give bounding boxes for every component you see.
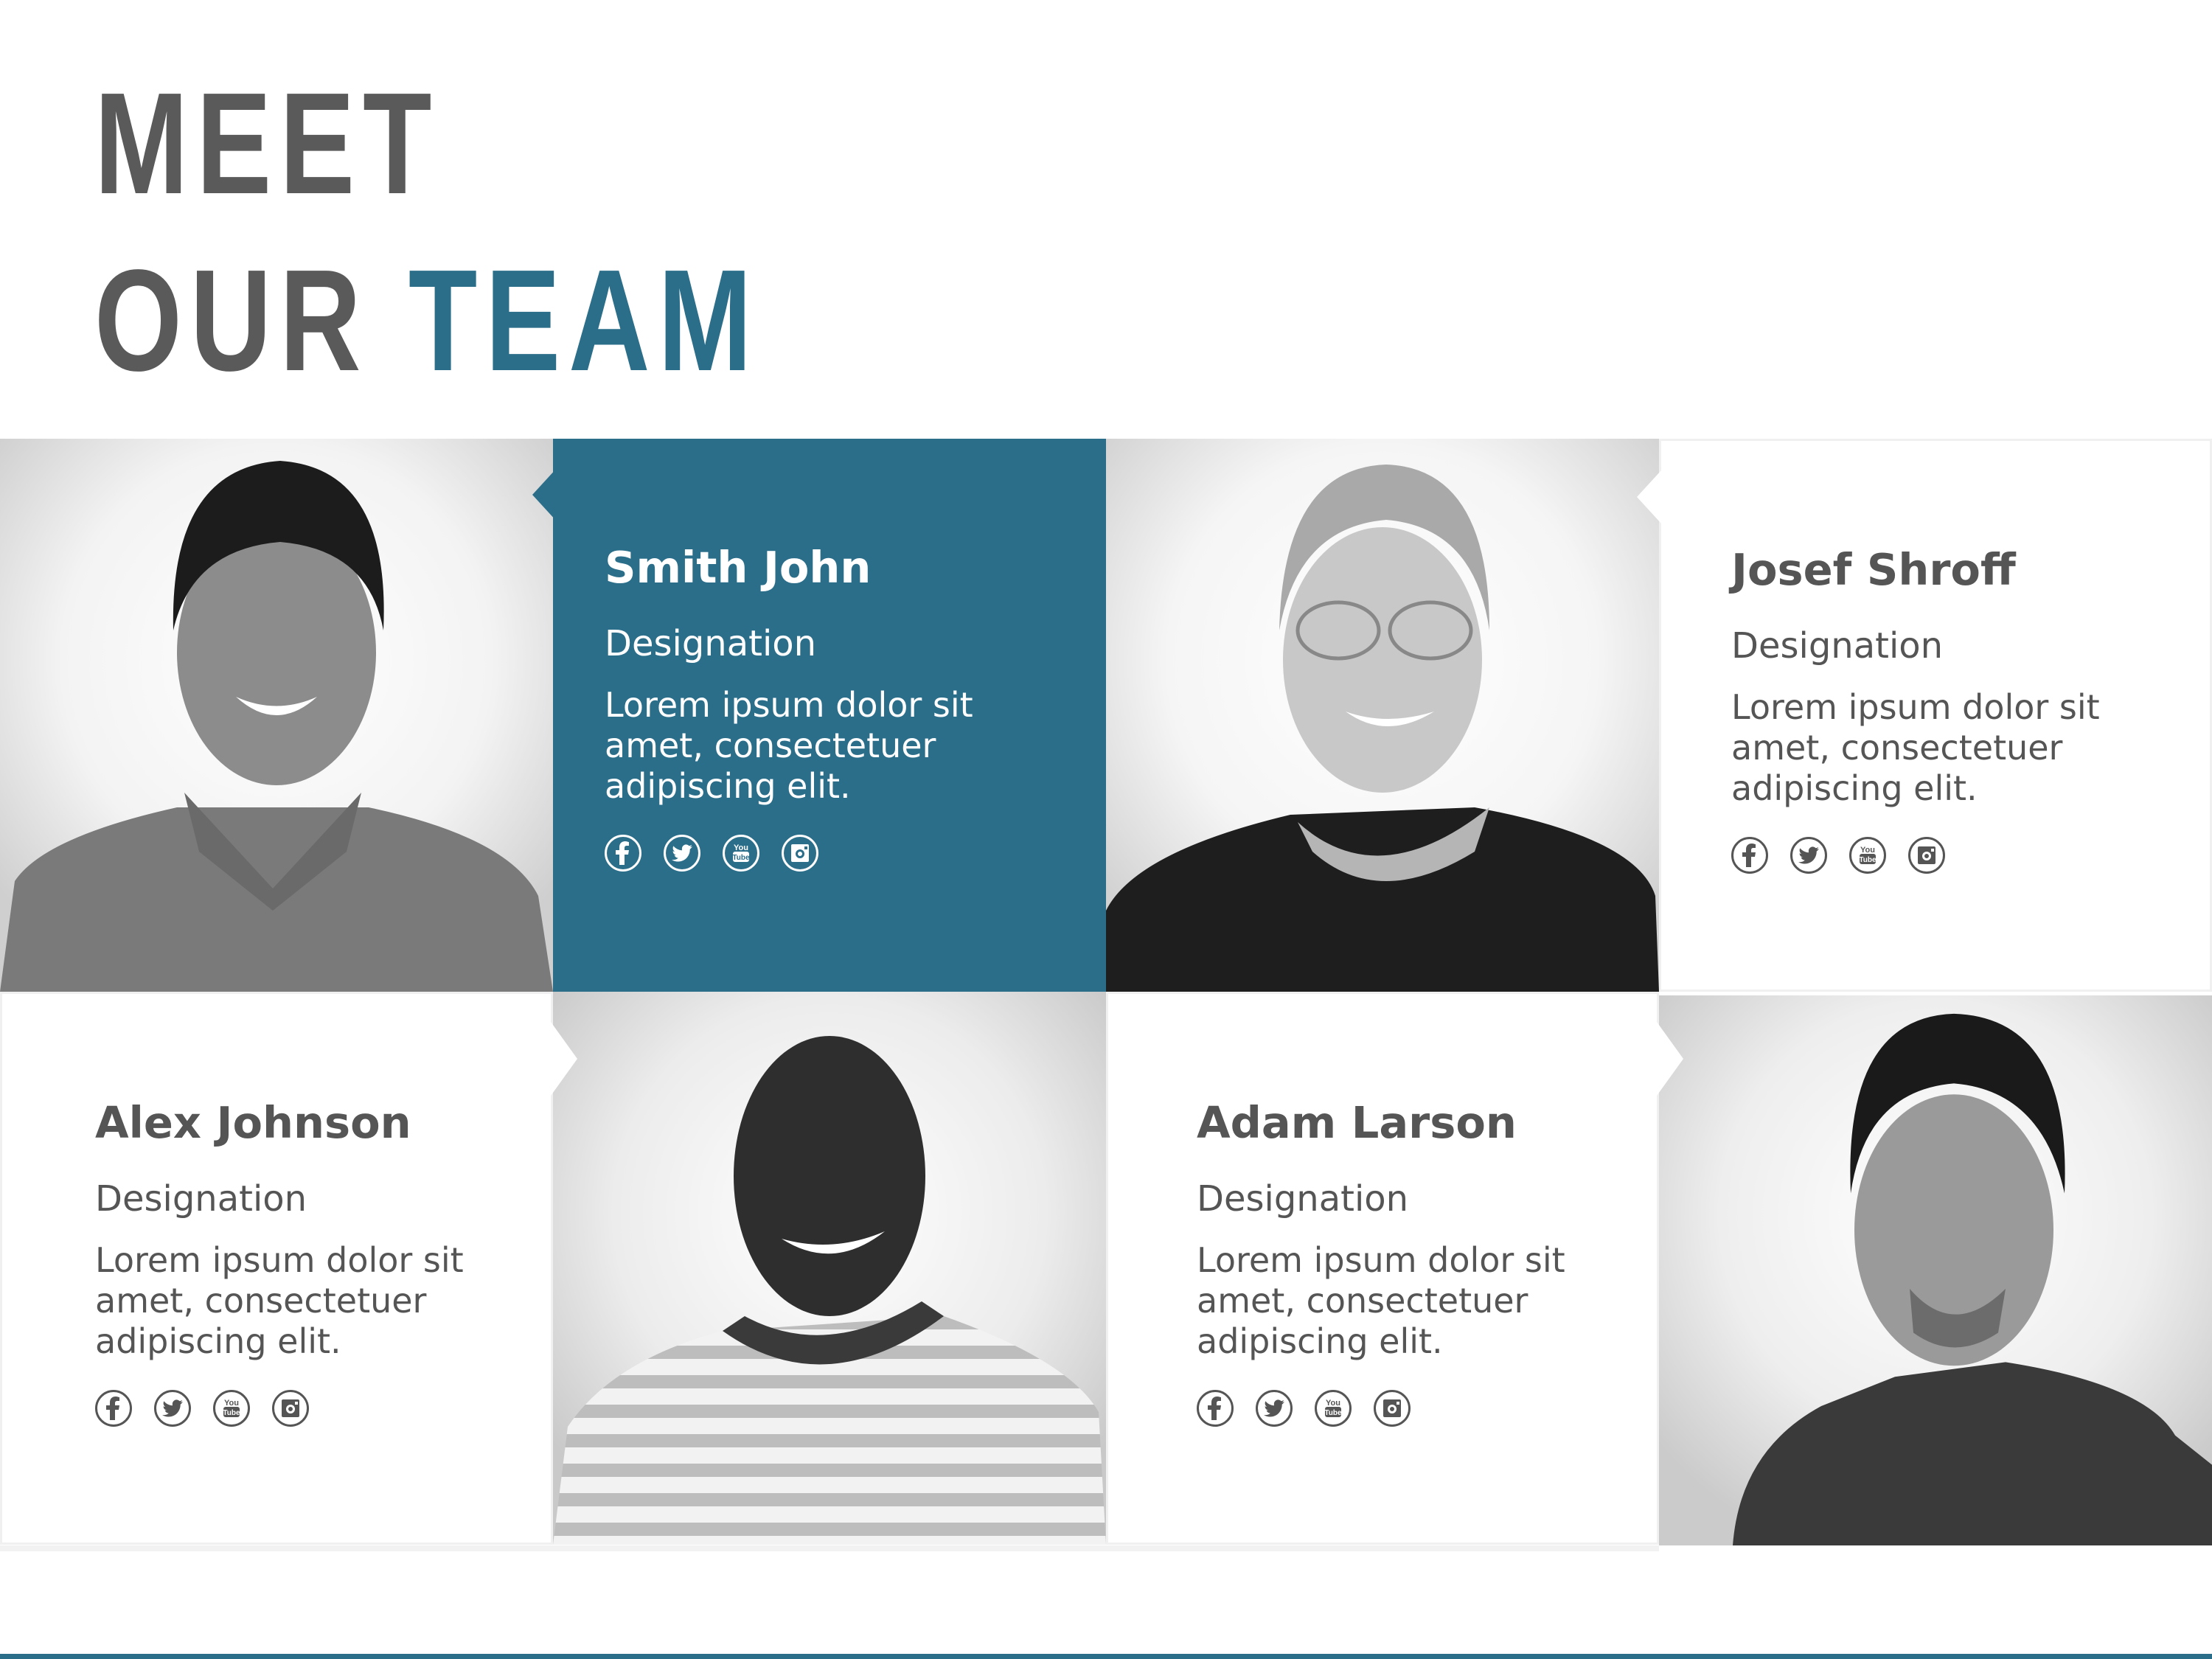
social-links: You Tube (95, 1390, 508, 1427)
svg-text:You: You (224, 1399, 239, 1408)
member-designation: Designation (1197, 1178, 1409, 1220)
instagram-icon (1918, 846, 1935, 864)
svg-text:Tube: Tube (223, 1409, 240, 1417)
title-meet: MEET (94, 72, 439, 216)
title-line2-accent: TEAM (408, 240, 760, 401)
member-designation: Designation (95, 1178, 307, 1220)
twitter-icon (1264, 1399, 1284, 1417)
svg-text:You: You (1326, 1399, 1340, 1408)
photo-josef-shroff (1106, 439, 1659, 992)
card-content: Alex Johnson Designation Lorem ipsum dol… (95, 1101, 508, 1427)
member-name: Smith John (605, 542, 872, 593)
youtube-link[interactable]: You Tube (1849, 837, 1886, 874)
social-links: You Tube (605, 835, 1018, 872)
facebook-link[interactable] (605, 835, 641, 872)
facebook-link[interactable] (95, 1390, 132, 1427)
member-name: Josef Shroff (1731, 544, 2016, 595)
youtube-link[interactable]: You Tube (723, 835, 759, 872)
instagram-link[interactable] (782, 835, 818, 872)
youtube-icon: YouTube (223, 1399, 240, 1417)
member-bio: Lorem ipsum dolor sit amet, consectetuer… (605, 685, 973, 806)
card-content: Smith John Designation Lorem ipsum dolor… (605, 546, 1018, 872)
card-pointer (551, 1022, 577, 1096)
member-bio: Lorem ipsum dolor sit amet, consectetuer… (1197, 1240, 1565, 1361)
instagram-link[interactable] (1374, 1390, 1411, 1427)
twitter-link[interactable] (664, 835, 700, 872)
twitter-link[interactable] (1256, 1390, 1293, 1427)
member-designation: Designation (1731, 625, 1944, 667)
member-name: Alex Johnson (95, 1097, 411, 1148)
svg-text:Tube: Tube (1324, 1409, 1342, 1417)
social-links: You Tube (1197, 1390, 1610, 1427)
team-card-josef-shroff: Josef Shroff Designation Lorem ipsum dol… (1637, 439, 2212, 992)
member-bio: Lorem ipsum dolor sit amet, consectetuer… (1731, 687, 2100, 808)
facebook-icon (106, 1397, 119, 1420)
title-line1-text: MEET (94, 63, 440, 224)
card-pointer (1657, 1022, 1683, 1096)
card-pointer (532, 468, 557, 521)
instagram-icon (791, 844, 809, 862)
twitter-icon (162, 1399, 183, 1417)
photo-smith-john (0, 439, 553, 992)
portrait-image (553, 992, 1106, 1545)
title-our-team: OUR TEAM (94, 248, 760, 393)
footer-accent-bar (0, 1654, 2212, 1659)
twitter-link[interactable] (1790, 837, 1827, 874)
portrait-image (1659, 995, 2212, 1545)
facebook-icon (1742, 844, 1756, 867)
facebook-link[interactable] (1731, 837, 1768, 874)
card-content: Josef Shroff Designation Lorem ipsum dol… (1731, 548, 2144, 874)
social-links: You Tube (1731, 837, 2144, 874)
youtube-icon: You Tube (732, 844, 750, 862)
instagram-icon (1383, 1399, 1401, 1417)
svg-text:You: You (1860, 846, 1875, 855)
twitter-link[interactable] (154, 1390, 191, 1427)
youtube-link[interactable]: You Tube (1315, 1390, 1352, 1427)
twitter-icon (672, 844, 692, 862)
member-name: Adam Larson (1197, 1097, 1517, 1148)
instagram-link[interactable] (272, 1390, 309, 1427)
facebook-link[interactable] (1197, 1390, 1234, 1427)
portrait-image (0, 439, 553, 992)
youtube-icon: YouTube (1859, 846, 1877, 864)
team-card-alex-johnson: Alex Johnson Designation Lorem ipsum dol… (0, 992, 577, 1545)
card-pointer (1637, 470, 1661, 524)
instagram-icon (282, 1399, 299, 1417)
twitter-icon (1798, 846, 1819, 864)
member-designation: Designation (605, 623, 817, 664)
grid-bottom-border (0, 1545, 1659, 1551)
title-line2-prefix: OUR (94, 240, 369, 401)
portrait-image (1106, 439, 1659, 992)
youtube-link[interactable]: You Tube (213, 1390, 250, 1427)
photo-adam-larson (1659, 995, 2212, 1545)
youtube-icon: YouTube (1324, 1399, 1342, 1417)
instagram-link[interactable] (1908, 837, 1945, 874)
svg-text:Tube: Tube (1859, 856, 1877, 864)
photo-alex-johnson (553, 992, 1106, 1545)
team-card-adam-larson: Adam Larson Designation Lorem ipsum dolo… (1106, 992, 1683, 1545)
svg-text:You: You (734, 844, 748, 852)
svg-text:Tube: Tube (732, 854, 750, 862)
card-content: Adam Larson Designation Lorem ipsum dolo… (1197, 1101, 1610, 1427)
member-bio: Lorem ipsum dolor sit amet, consectetuer… (95, 1240, 464, 1361)
facebook-icon (1208, 1397, 1221, 1420)
facebook-icon (616, 841, 629, 865)
team-card-smith-john: Smith John Designation Lorem ipsum dolor… (532, 439, 1106, 992)
